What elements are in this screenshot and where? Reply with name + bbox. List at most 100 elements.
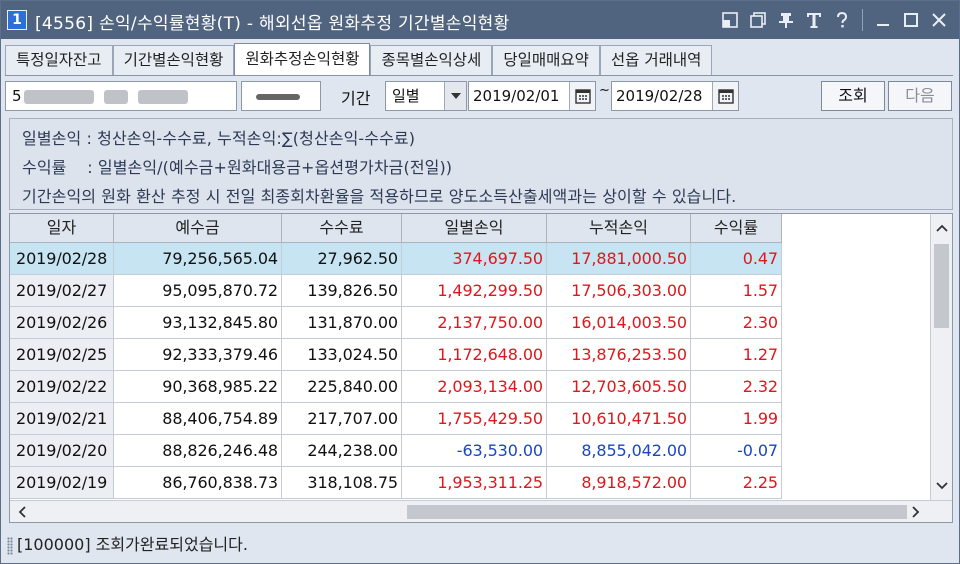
cell-cumulative-pnl: 8,918,572.00 [547,467,691,499]
pnl-grid[interactable]: 일자 예수금 수수료 일별손익 누적손익 수익률 2019/02/28 79,25… [9,213,953,523]
column-header-deposit[interactable]: 예수금 [114,214,282,243]
close-icon[interactable] [927,7,951,33]
chevron-down-icon[interactable] [444,82,466,110]
tab-daily-trade-summary[interactable]: 당일매매요약 [492,45,600,75]
calendar-icon[interactable] [712,82,738,110]
duplicate-window-icon[interactable] [746,7,770,33]
cell-deposit: 88,826,246.48 [114,435,282,467]
link-window-icon[interactable] [718,7,742,33]
help-icon[interactable] [830,7,854,33]
cell-deposit: 93,132,845.80 [114,307,282,339]
date-range-separator: ~ [599,83,610,98]
scroll-left-icon[interactable] [12,501,32,522]
cell-daily-pnl: 374,697.50 [402,243,547,275]
next-button[interactable]: 다음 [888,81,952,111]
cell-cumulative-pnl: 12,703,605.50 [547,371,691,403]
scroll-down-icon[interactable] [931,476,952,496]
table-row[interactable]: 2019/02/28 79,256,565.04 27,962.50 374,697.… [10,243,782,275]
cell-return-rate: 0.47 [691,243,782,275]
main-window: 1 [4556] 손익/수익률현황(T) - 해외선옵 원화추정 기간별손익현황 [0,0,960,564]
cell-deposit: 79,256,565.04 [114,243,282,275]
table-row[interactable]: 2019/02/20 88,826,246.48 244,238.00 -63,530… [10,435,782,467]
title-bar[interactable]: 1 [4556] 손익/수익률현황(T) - 해외선옵 원화추정 기간별손익현황 [1,1,959,39]
cell-deposit: 90,368,985.22 [114,371,282,403]
cell-fee: 244,238.00 [282,435,402,467]
cell-daily-pnl: 1,492,299.50 [402,275,547,307]
period-label: 기간 [341,89,371,108]
cell-cumulative-pnl: 13,876,253.50 [547,339,691,371]
table-row[interactable]: 2019/02/25 92,333,379.46 133,024.50 1,172,6… [10,339,782,371]
horizontal-scroll-thumb[interactable] [407,505,907,519]
horizontal-scrollbar[interactable] [10,500,952,522]
pin-icon[interactable] [774,7,798,33]
account-number-field[interactable]: 5 [5,81,237,111]
tab-futures-options-history[interactable]: 선옵 거래내역 [599,45,713,75]
window-number-badge: 1 [7,10,27,30]
cell-fee: 217,707.00 [282,403,402,435]
cell-return-rate: -0.07 [691,435,782,467]
cell-daily-pnl: 2,137,750.00 [402,307,547,339]
cell-daily-pnl: 1,172,648.00 [402,339,547,371]
column-header-return-rate[interactable]: 수익률 [691,214,782,243]
cell-date: 2019/02/28 [10,243,114,275]
cell-date: 2019/02/25 [10,339,114,371]
date-to-value: 2019/02/28 [616,87,703,105]
date-from-value: 2019/02/01 [473,87,560,105]
table-row[interactable]: 2019/02/26 93,132,845.80 131,870.00 2,137,7… [10,307,782,339]
tab-bar: 특정일자잔고 기간별손익현황 원화추정손익현황 종목별손익상세 당일매매요약 선… [5,43,713,75]
cell-date: 2019/02/22 [10,371,114,403]
cell-fee: 139,826.50 [282,275,402,307]
table-row[interactable]: 2019/02/27 95,095,870.72 139,826.50 1,492,2… [10,275,782,307]
table-row[interactable]: 2019/02/21 88,406,754.89 217,707.00 1,755,4… [10,403,782,435]
search-button[interactable]: 조회 [821,81,885,111]
date-from-field[interactable]: 2019/02/01 [468,81,596,111]
period-select[interactable]: 일별 [385,81,467,111]
status-bar: [100000] 조회가완료되었습니다. [5,531,955,559]
column-header-daily-pnl[interactable]: 일별손익 [402,214,547,243]
cell-return-rate: 2.30 [691,307,782,339]
minimize-icon[interactable] [871,7,895,33]
cell-date: 2019/02/20 [10,435,114,467]
cell-daily-pnl: 1,953,311.25 [402,467,547,499]
tab-specific-date-balance[interactable]: 특정일자잔고 [5,45,113,75]
cell-deposit: 92,333,379.46 [114,339,282,371]
cell-date: 2019/02/19 [10,467,114,499]
info-line-notice: 기간손익의 원화 환산 추정 시 전일 최종회차환율을 적용하므로 양도소득산출… [22,187,737,206]
cell-deposit: 86,760,838.73 [114,467,282,499]
cell-fee: 27,962.50 [282,243,402,275]
tab-krw-estimated-pnl[interactable]: 원화추정손익현황 [234,43,371,75]
column-header-cumulative-pnl[interactable]: 누적손익 [547,214,691,243]
maximize-icon[interactable] [899,7,923,33]
table-row[interactable]: 2019/02/22 90,368,985.22 225,840.00 2,093,1… [10,371,782,403]
cell-fee: 225,840.00 [282,371,402,403]
account-prefix: 5 [12,87,22,105]
cell-date: 2019/02/26 [10,307,114,339]
info-line-daily-pnl: 일별손익 : 청산손익-수수료, 누적손익:∑(청산손익-수수료) [22,129,416,148]
scroll-right-icon[interactable] [906,501,926,522]
window-title: [4556] 손익/수익률현황(T) - 해외선옵 원화추정 기간별손익현황 [35,14,510,34]
cell-fee: 133,024.50 [282,339,402,371]
cell-return-rate: 1.57 [691,275,782,307]
date-to-field[interactable]: 2019/02/28 [611,81,739,111]
tab-symbol-pnl-detail[interactable]: 종목별손익상세 [370,45,493,75]
cell-daily-pnl: 1,755,429.50 [402,403,547,435]
tab-period-pnl[interactable]: 기간별손익현황 [112,45,235,75]
cell-cumulative-pnl: 10,610,471.50 [547,403,691,435]
cell-daily-pnl: -63,530.00 [402,435,547,467]
table-row[interactable]: 2019/02/19 86,760,838.73 318,108.75 1,953,3… [10,467,782,499]
grip-icon [7,537,13,555]
column-header-date[interactable]: 일자 [10,214,114,243]
query-bar: 5 기간 일별 2019/02/01 ~ 2019/02/28 조회 다음 [5,79,955,113]
status-message: [100000] 조회가완료되었습니다. [17,535,248,554]
cell-cumulative-pnl: 17,881,000.50 [547,243,691,275]
column-header-fee[interactable]: 수수료 [282,214,402,243]
cell-deposit: 95,095,870.72 [114,275,282,307]
grid-header: 일자 예수금 수수료 일별손익 누적손익 수익률 [10,214,782,243]
vertical-scrollbar[interactable] [930,214,952,502]
cell-fee: 131,870.00 [282,307,402,339]
calendar-icon[interactable] [569,82,595,110]
scroll-up-icon[interactable] [931,218,952,238]
vertical-scroll-thumb[interactable] [934,244,949,328]
account-password-field[interactable] [241,81,321,111]
font-size-icon[interactable] [802,7,826,33]
